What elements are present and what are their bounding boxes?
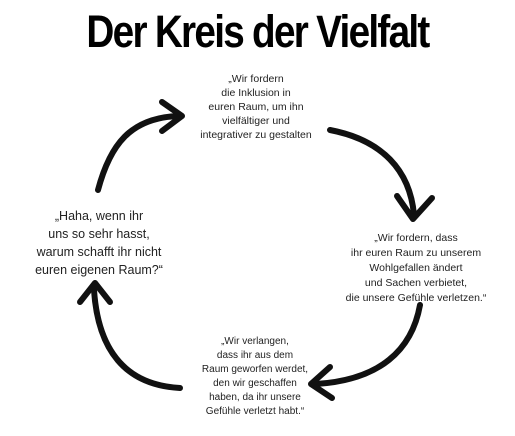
arrow-top-right [327,127,435,222]
arrow-top-left [95,99,185,193]
arrow-bottom-left [77,280,183,391]
cycle-node-own-space: „Haha, wenn ihr uns so sehr hasst, warum… [35,209,163,277]
cycle-node-expulsion: „Wir verlangen, dass ihr aus dem Raum ge… [201,336,309,417]
cycle-node-inclusion: „Wir fordern die Inklusion in euren Raum… [200,73,312,141]
cycle-node-demand-change: „Wir fordern, dass ihr euren Raum zu uns… [345,232,487,304]
